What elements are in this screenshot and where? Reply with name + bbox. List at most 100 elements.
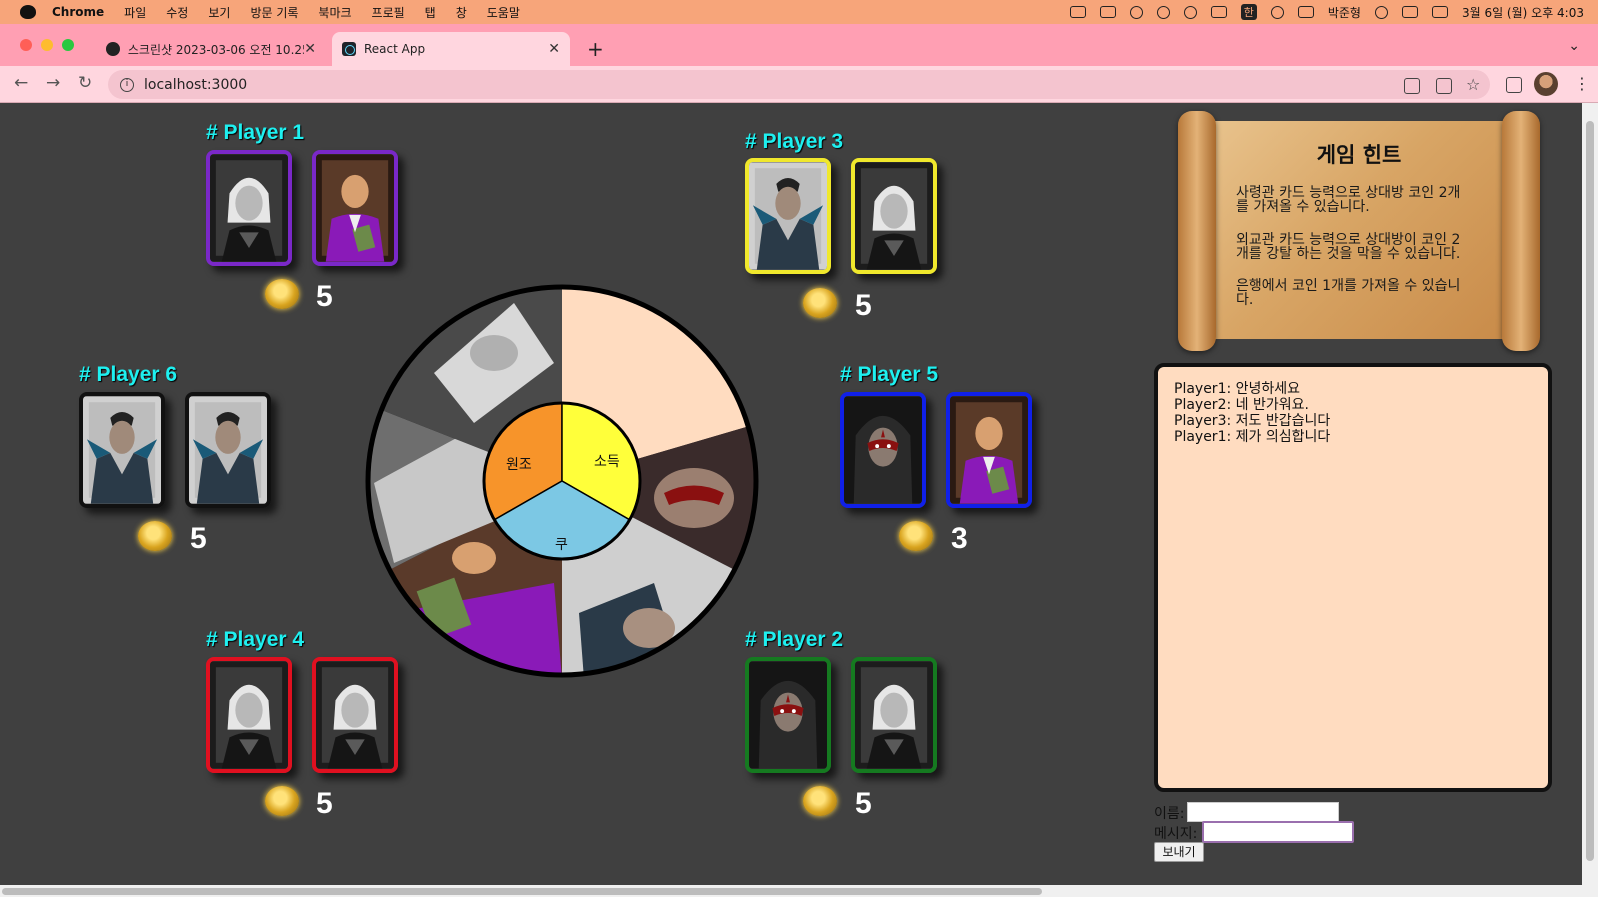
apple-icon[interactable] [20,5,36,19]
player-1-card-banker[interactable] [312,150,398,266]
display-icon[interactable] [1401,6,1418,18]
scroll-thumb[interactable] [1586,121,1594,861]
game-hint-scroll: 게임 힌트 사령관 카드 능력으로 상대방 코인 2개 를 가져올 수 있습니다… [1170,111,1548,351]
url-text[interactable]: localhost:3000 [144,77,247,93]
coin-icon [803,288,837,318]
player-1-name: # Player 1 [206,121,305,144]
menu-view[interactable]: 보기 [208,4,230,21]
layers-icon[interactable] [1069,6,1086,18]
player-3-card-man[interactable] [745,158,831,274]
menu-window[interactable]: 창 [456,4,467,21]
player-6-card-man[interactable] [79,392,165,508]
site-info-icon[interactable]: i [120,77,134,92]
chat-log[interactable]: Player1: 안녕하세요 Player2: 네 반가워요. Player3:… [1154,363,1552,792]
side-panel-icon[interactable] [1506,77,1522,93]
new-tab-button[interactable]: + [587,37,604,61]
address-bar[interactable]: i localhost:3000 ☆ [108,70,1490,99]
battery-icon[interactable] [1297,6,1314,18]
card-portrait-image [844,396,922,504]
game-board: # Player 1 5 # Player 3 5 # Player 6 5 #… [0,103,1582,885]
hint-line: 다. [1236,292,1254,308]
reload-icon[interactable]: ↻ [78,73,92,93]
tab-search-chevron-icon[interactable]: ⌄ [1568,38,1580,54]
minimize-window-button[interactable] [41,39,53,51]
control-center-icon[interactable] [1431,6,1448,18]
player-5-card-assassin[interactable] [840,392,926,508]
notification-icon[interactable] [1183,5,1197,19]
tab-screenshot[interactable]: 스크린샷 2023-03-06 오전 10.25 ✕ [96,32,326,66]
tab-title: React App [364,42,426,56]
card-portrait-image [749,661,827,769]
action-wheel: 원조 소득 쿠 [365,284,759,678]
name-input[interactable] [1187,802,1339,822]
hint-title: 게임 힌트 [1316,143,1402,167]
time-machine-icon[interactable] [1156,5,1170,19]
share-icon[interactable] [1436,78,1452,94]
profile-avatar[interactable] [1534,72,1558,96]
card-portrait-image [189,396,267,504]
clock[interactable]: 3월 6일 (월) 오후 4:03 [1462,4,1584,21]
menu-app-name[interactable]: Chrome [52,5,104,19]
more-menu-icon[interactable]: ⋮ [1574,74,1590,93]
browser-toolbar: ← → ↻ i localhost:3000 ☆ ⋮ [0,66,1598,103]
input-method-indicator[interactable]: 한 [1240,4,1257,20]
coin-icon [265,786,299,816]
name-label: 이름: [1154,806,1185,822]
menu-edit[interactable]: 수정 [166,4,188,21]
coin-icon [265,279,299,309]
player-2-card-woman[interactable] [851,657,937,773]
zoom-window-button[interactable] [62,39,74,51]
vertical-scrollbar[interactable] [1582,103,1598,885]
chat-message: Player1: 제가 의심합니다 [1174,429,1331,445]
player-6-coin-count: 5 [190,522,207,555]
player-5-name: # Player 5 [840,363,939,386]
bookmark-star-icon[interactable]: ☆ [1466,75,1480,94]
chat-message: Player2: 네 반가워요. [1174,397,1309,413]
hint-line: 를 가져올 수 있습니다. [1236,199,1370,215]
mac-menu-bar: Chrome 파일 수정 보기 방문 기록 북마크 프로필 탭 창 도움말 한 … [0,0,1598,24]
forward-arrow-icon[interactable]: → [46,73,60,93]
coin-icon [803,786,837,816]
player-3-card-woman[interactable] [851,158,937,274]
chat-message: Player3: 저도 반갑습니다 [1174,413,1331,429]
tab-close-icon[interactable]: ✕ [548,41,560,57]
volume-icon[interactable] [1210,6,1227,18]
player-4-coin-count: 5 [316,787,333,820]
action-coup-label: 쿠 [555,537,568,553]
menu-history[interactable]: 방문 기록 [250,4,298,21]
tab-react-app[interactable]: React App ✕ [332,32,570,66]
player-6-card-man[interactable] [185,392,271,508]
menu-file[interactable]: 파일 [124,4,146,21]
hint-line: 사령관 카드 능력으로 상대방 코인 2개 [1236,185,1461,201]
message-input[interactable] [1202,821,1354,843]
horizontal-scrollbar[interactable] [0,885,1598,897]
menu-profile[interactable]: 프로필 [372,4,405,21]
tab-title: 스크린샷 2023-03-06 오전 10.25 [127,42,305,57]
player-1-card-woman[interactable] [206,150,292,266]
send-button[interactable]: 보내기 [1154,842,1204,862]
wifi-icon[interactable] [1270,5,1284,19]
bluetooth-icon[interactable] [1129,5,1143,19]
menu-bookmarks[interactable]: 북마크 [318,4,351,21]
player-5-card-banker[interactable] [946,392,1032,508]
translate-icon[interactable] [1404,78,1420,94]
back-arrow-icon[interactable]: ← [14,73,28,93]
glasses-icon[interactable] [1099,6,1116,18]
user-name[interactable]: 박준형 [1328,4,1361,21]
player-3-name: # Player 3 [745,130,844,153]
card-portrait-image [210,661,288,769]
player-5-coin-count: 3 [951,522,968,555]
player-6-name: # Player 6 [79,363,178,386]
player-3-coin-count: 5 [855,289,872,322]
menu-help[interactable]: 도움말 [487,4,520,21]
globe-icon [106,42,120,56]
tab-close-icon[interactable]: ✕ [304,41,316,57]
menu-tab[interactable]: 탭 [425,4,436,21]
scroll-thumb[interactable] [2,888,1042,895]
card-portrait-image [210,154,288,262]
spotlight-search-icon[interactable] [1374,5,1388,19]
close-window-button[interactable] [20,39,32,51]
coin-icon [899,521,933,551]
hint-line: 외교관 카드 능력으로 상대방이 코인 2 [1236,232,1461,248]
player-4-card-woman[interactable] [206,657,292,773]
